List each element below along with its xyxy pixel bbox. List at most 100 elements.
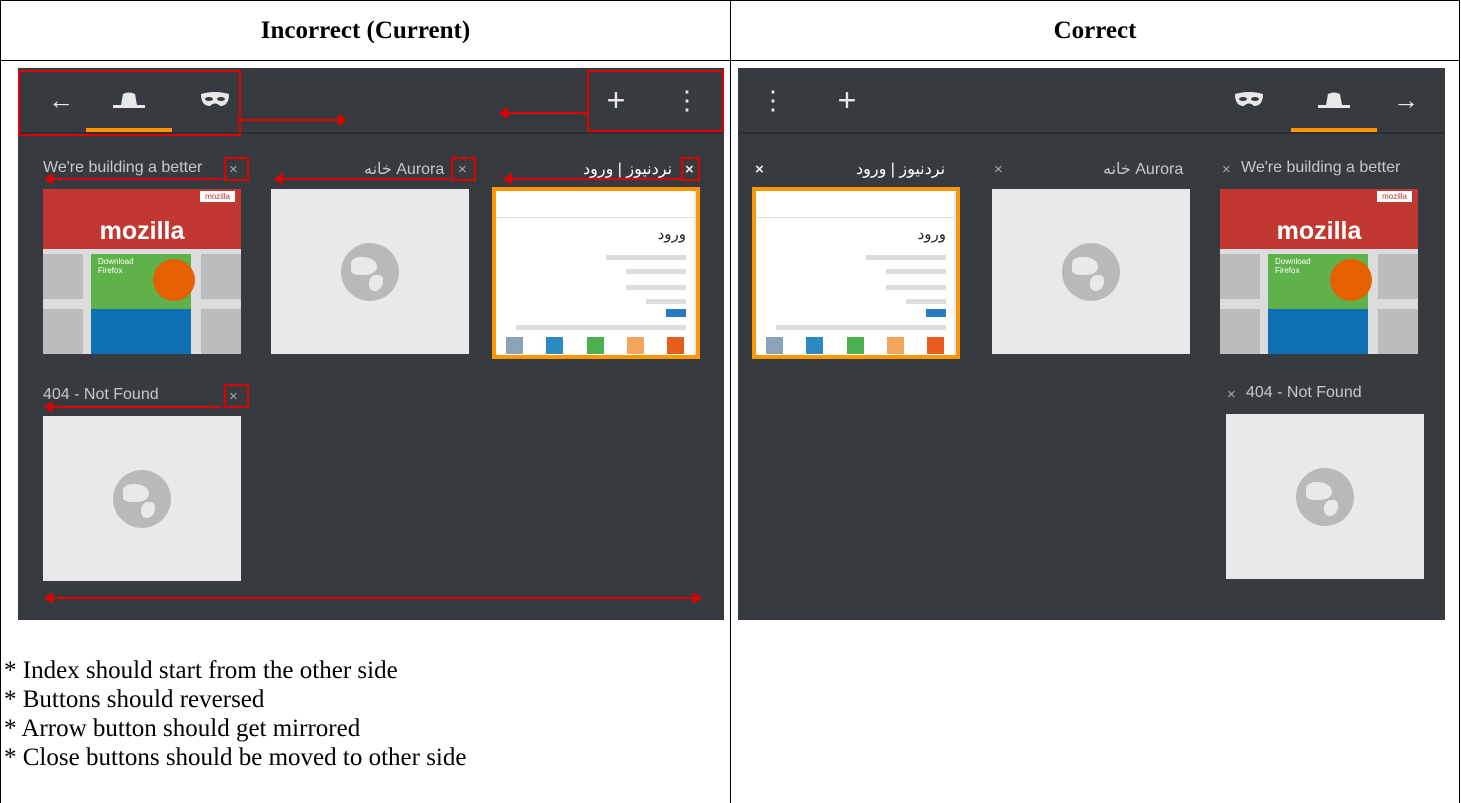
blogger-icon xyxy=(927,337,944,354)
tab-title-aurora: خانه Aurora xyxy=(1103,161,1184,178)
social-icon xyxy=(506,337,523,354)
thumbnail-mozilla[interactable]: mozilla mozilla Download Firefox xyxy=(43,189,241,354)
note-item: * Buttons should reversed xyxy=(4,686,265,713)
face-image xyxy=(1378,254,1418,299)
note-item: * Arrow button should get mirrored xyxy=(4,715,361,742)
login-page-preview: ورود xyxy=(756,191,954,355)
close-tab-login[interactable]: × xyxy=(755,161,764,178)
face-image xyxy=(1220,309,1260,354)
annotation-box-left-buttons xyxy=(18,70,241,136)
login-page-preview: ورود xyxy=(496,191,694,355)
correct-header: Correct xyxy=(1053,17,1137,44)
text-line xyxy=(886,269,946,274)
login-button-preview xyxy=(666,309,686,317)
text-line xyxy=(606,255,686,260)
text-line xyxy=(516,325,686,330)
incorrect-screenshot: ← + ⋮ We're building a better × mozilla … xyxy=(18,68,724,620)
mozilla-wordmark: mozilla xyxy=(99,217,185,245)
annotation-arrow xyxy=(274,173,449,185)
social-icons xyxy=(506,337,684,354)
openid-icon xyxy=(626,337,644,354)
blogger-icon xyxy=(667,337,684,354)
face-image xyxy=(201,309,241,354)
text-line xyxy=(776,325,946,330)
text-line xyxy=(906,299,946,304)
login-topbar xyxy=(756,191,954,218)
overflow-menu-icon: ⋮ xyxy=(760,84,786,115)
face-image xyxy=(201,254,241,299)
thumbnail-aurora[interactable] xyxy=(992,189,1190,354)
twitter-icon xyxy=(806,337,824,354)
notes-list: * Index should start from the other side… xyxy=(4,656,466,772)
globe-icon xyxy=(341,242,399,301)
firefox-logo-icon xyxy=(153,259,195,301)
tabs-toolbar: ⋮ + → xyxy=(738,68,1445,134)
tab-title-login: نردنیوز | ورود xyxy=(583,161,673,178)
note-item: * Index should start from the other side xyxy=(4,657,398,684)
close-tab-aurora[interactable]: × xyxy=(994,161,1003,178)
android-tile xyxy=(1268,309,1368,354)
text-line xyxy=(626,269,686,274)
hat-icon xyxy=(1318,92,1350,108)
face-image xyxy=(43,309,83,354)
text-line xyxy=(646,299,686,304)
mozilla-wordmark: mozilla xyxy=(1276,217,1362,245)
social-icons xyxy=(766,337,944,354)
close-tab-404[interactable]: × xyxy=(1227,386,1236,403)
annotation-arrow xyxy=(499,107,588,119)
tab-title-404: 404 - Not Found xyxy=(1246,384,1362,401)
face-image xyxy=(1378,309,1418,354)
plus-icon: + xyxy=(837,81,857,118)
thumbnail-404[interactable] xyxy=(43,416,241,581)
annotation-box-close xyxy=(224,384,249,408)
tab-title-aurora: خانه Aurora xyxy=(364,161,445,178)
thumbnail-aurora[interactable] xyxy=(271,189,469,354)
forward-button[interactable]: → xyxy=(1363,68,1445,132)
mozilla-page-preview: mozilla mozilla Download Firefox xyxy=(1220,189,1418,354)
annotation-box-close xyxy=(681,157,700,181)
annotation-box-right-buttons xyxy=(587,70,724,132)
annotation-arrow xyxy=(237,114,347,126)
annotation-arrow xyxy=(44,173,222,185)
annotation-box-close xyxy=(224,157,249,181)
login-button-preview xyxy=(926,309,946,317)
globe-icon xyxy=(1296,467,1354,526)
thumbnail-login[interactable]: ورود xyxy=(492,187,700,359)
google-icon xyxy=(586,337,604,354)
incorrect-header: Incorrect (Current) xyxy=(260,17,471,44)
text-line xyxy=(886,285,946,290)
face-image xyxy=(43,254,83,299)
correct-screenshot: ⋮ + → × نردنیوز | ورود ورود × خانه Auror… xyxy=(738,68,1445,620)
annotation-arrow xyxy=(44,592,702,604)
login-topbar xyxy=(496,191,694,218)
table-right-border xyxy=(1459,1,1460,803)
thumbnail-mozilla[interactable]: mozilla mozilla Download Firefox xyxy=(1220,189,1418,354)
firefox-logo-icon xyxy=(1330,259,1372,301)
thumbnail-404[interactable] xyxy=(1226,414,1424,579)
tab-title-mozilla: We're building a better xyxy=(43,159,203,176)
mask-icon xyxy=(1235,92,1263,106)
private-tabs-button[interactable] xyxy=(1206,68,1292,132)
thumbnail-login[interactable]: ورود xyxy=(752,187,960,359)
comparison-table: Incorrect (Current) Correct ← + ⋮ We're … xyxy=(0,0,1460,803)
globe-icon xyxy=(113,469,171,528)
login-heading: ورود xyxy=(917,226,946,243)
login-heading: ورود xyxy=(657,226,686,243)
annotation-box-close xyxy=(451,157,476,181)
globe-icon xyxy=(1062,242,1120,301)
text-line xyxy=(626,285,686,290)
close-tab-mozilla[interactable]: × xyxy=(1222,161,1231,178)
mozilla-tag: mozilla xyxy=(1377,191,1412,202)
tab-title-mozilla: We're building a better xyxy=(1241,159,1401,176)
twitter-icon xyxy=(546,337,564,354)
android-tile xyxy=(91,309,191,354)
note-item: * Close buttons should be moved to other… xyxy=(4,744,467,771)
tab-title-404: 404 - Not Found xyxy=(43,386,159,403)
openid-icon xyxy=(886,337,904,354)
add-tab-button[interactable]: + xyxy=(804,68,890,132)
text-line xyxy=(866,255,946,260)
column-divider xyxy=(730,1,731,803)
social-icon xyxy=(766,337,783,354)
annotation-arrow xyxy=(503,173,681,185)
forward-arrow-icon: → xyxy=(1393,84,1419,115)
